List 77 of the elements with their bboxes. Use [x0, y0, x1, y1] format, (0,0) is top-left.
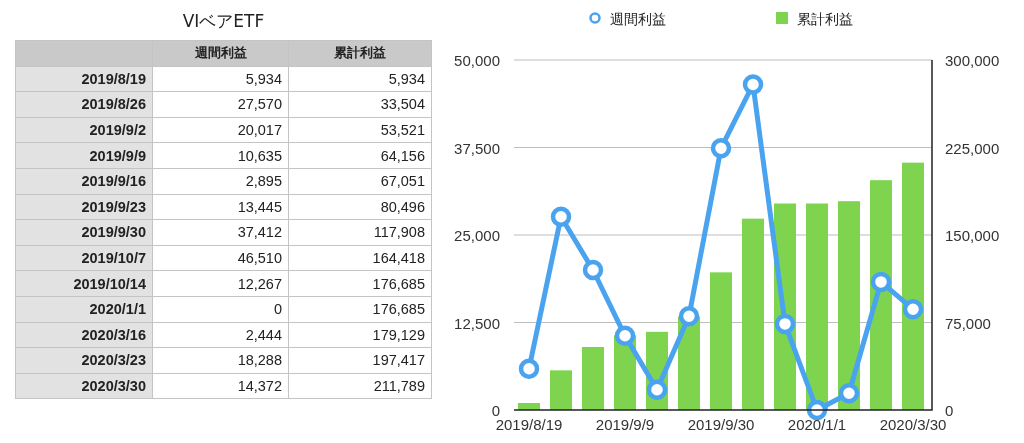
legend-square-icon	[776, 12, 788, 24]
row-header: 2019/8/26	[15, 91, 153, 118]
data-point	[838, 382, 860, 404]
row-header: 2019/9/16	[15, 168, 153, 195]
legend-label: 週間利益	[610, 11, 666, 27]
table-cell: 18,288	[152, 347, 289, 374]
axis-label: 12,500	[454, 314, 500, 332]
data-point	[614, 325, 636, 347]
axis-label: 300,000	[945, 52, 1000, 69]
table-cell: 2,444	[152, 322, 289, 348]
table-cell: 179,129	[288, 322, 432, 348]
axis-label: 2020/1/1	[787, 416, 847, 433]
table-cell: 176,685	[288, 270, 432, 297]
table-cell: 20,017	[152, 117, 289, 143]
row-header: 2020/3/16	[15, 322, 153, 348]
table-cell: 67,051	[288, 168, 432, 195]
table-cell: 2,895	[152, 168, 289, 195]
row-header: 2020/3/23	[15, 347, 153, 374]
table-cell: 5,934	[288, 66, 432, 92]
data-point	[646, 379, 668, 400]
table-cell: 10,635	[152, 142, 289, 169]
table-cell: 117,908	[288, 219, 432, 246]
data-point	[870, 271, 892, 293]
table-cell: 13,445	[152, 194, 289, 220]
row-header: 2019/8/19	[15, 66, 153, 92]
row-header: 2020/3/30	[15, 373, 153, 399]
data-point	[902, 298, 924, 320]
legend-label: 累計利益	[797, 11, 853, 27]
row-header: 2019/9/9	[15, 142, 153, 169]
table-cell: 197,417	[288, 347, 432, 374]
table-cell: 211,789	[288, 373, 432, 399]
axis-label: 225,000	[945, 139, 1000, 157]
table-cell: 37,412	[152, 219, 289, 246]
table-title: VIベアETF	[181, 10, 266, 33]
data-point	[742, 74, 764, 95]
data-point	[550, 206, 572, 228]
table-cell: 27,570	[152, 91, 289, 118]
table-cell: 176,685	[288, 296, 432, 323]
row-header: 2019/9/30	[15, 219, 153, 246]
table-cell: 53,521	[288, 117, 432, 143]
row-header: 2019/10/14	[15, 270, 153, 297]
axis-label: 150,000	[945, 227, 1000, 244]
axis-label: 25,000	[454, 227, 500, 244]
table-cell: 80,496	[288, 194, 432, 220]
data-point	[806, 399, 828, 421]
axis-label: 2019/8/19	[495, 416, 563, 433]
row-header: 2019/10/7	[15, 245, 153, 271]
table-cell: 0	[152, 296, 289, 323]
data-point	[774, 313, 796, 335]
data-point	[678, 305, 700, 327]
table-cell: 5,934	[152, 66, 289, 92]
data-point	[518, 358, 540, 379]
column-header: 週間利益	[152, 40, 289, 67]
bar	[550, 370, 572, 410]
row-header: 2019/9/2	[15, 117, 153, 143]
table-cell: 33,504	[288, 91, 432, 118]
table-cell: 14,372	[152, 373, 289, 399]
table-cell: 12,267	[152, 270, 289, 297]
bar	[518, 403, 540, 410]
axis-label: 75,000	[945, 314, 991, 332]
column-header: 累計利益	[288, 40, 432, 67]
data-point	[710, 137, 732, 159]
axis-label: 2019/9/9	[595, 416, 655, 433]
table-cell: 46,510	[152, 245, 289, 271]
axis-label: 37,500	[454, 139, 500, 157]
row-header: 2019/9/23	[15, 194, 153, 220]
row-header: 2020/1/1	[15, 296, 153, 323]
axis-label: 2019/9/30	[687, 416, 755, 433]
axis-label: 0	[491, 402, 500, 419]
table-cell: 164,418	[288, 245, 432, 271]
axis-label: 50,000	[454, 52, 500, 69]
legend-circle-icon	[589, 12, 601, 24]
data-point	[582, 259, 604, 281]
table-cell: 64,156	[288, 142, 432, 169]
axis-label: 2020/3/30	[879, 416, 947, 433]
bar	[582, 347, 604, 410]
axis-label: 0	[945, 402, 954, 419]
